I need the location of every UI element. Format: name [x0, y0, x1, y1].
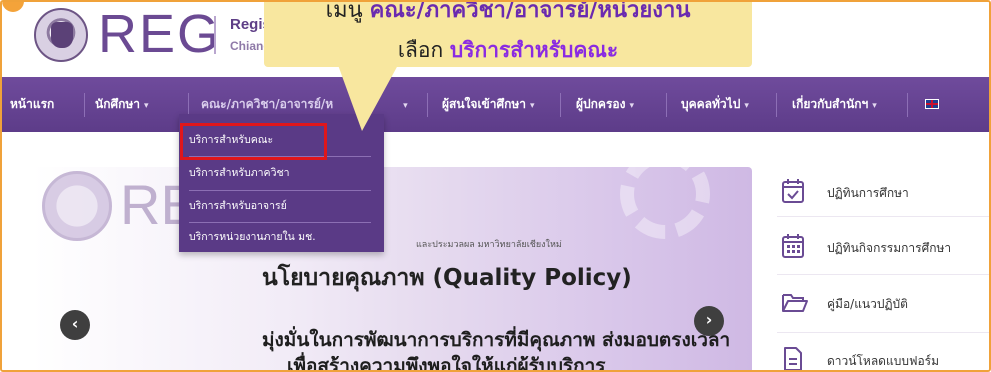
chevron-down-icon: ▾ [629, 101, 634, 111]
nav-item-students[interactable]: นักศึกษา ▾ [95, 77, 149, 132]
main-navbar: หน้าแรก นักศึกษา ▾ คณะ/ภาควิชา/อาจารย์/ห ▾… [2, 77, 989, 132]
slider-title: นโยบายคุณภาพ (Quality Policy) [262, 265, 632, 291]
uk-flag-icon[interactable] [925, 99, 939, 109]
nav-label: ผู้สนใจเข้าศึกษา [442, 97, 527, 111]
slider-subtitle: และประมวลผล มหาวิทยาลัยเชียงใหม่ [416, 240, 562, 250]
university-emblem-icon[interactable] [34, 8, 88, 62]
watermark-emblem-icon [42, 171, 112, 241]
side-item-label: ดาวน์โหลดแบบฟอร์ม [827, 354, 940, 368]
nav-divider [560, 93, 561, 117]
gear-icon [620, 167, 710, 239]
callout-line2-emphasis: บริการสำหรับคณะ [449, 38, 619, 62]
chevron-down-icon: ▾ [744, 101, 749, 111]
dropdown-item-lecturer-services[interactable]: บริการสำหรับอาจารย์ [189, 191, 369, 221]
callout-line1-emphasis: คณะ/ภาควิชา/อาจารย์/หน่วยงาน [369, 0, 691, 23]
dropdown-item-internal-unit-services[interactable]: บริการหน่วยงานภายใน มช. [189, 222, 369, 252]
nav-divider [84, 93, 85, 117]
side-item-label: ปฏิทินการศึกษา [827, 186, 909, 200]
nav-divider [427, 93, 428, 117]
callout-line1-prefix: เมนู [325, 0, 370, 23]
nav-label: ผู้ปกครอง [576, 97, 626, 111]
dropdown-item-department-services[interactable]: บริการสำหรับภาควิชา [189, 158, 369, 188]
nav-label: คณะ/ภาควิชา/อาจารย์/ห [201, 97, 334, 111]
side-item-academic-calendar[interactable]: ปฏิทินการศึกษา [777, 174, 987, 214]
slider-prev-button[interactable]: ‹ [60, 310, 90, 340]
emblem-core [51, 22, 73, 48]
side-divider [777, 332, 989, 333]
site-logo-text[interactable]: REG [98, 4, 221, 64]
nav-item-public[interactable]: บุคคลทั่วไป ▾ [681, 77, 749, 132]
nav-divider [666, 93, 667, 117]
side-item-downloads[interactable]: ดาวน์โหลดแบบฟอร์ม [777, 342, 987, 370]
hero-slider: REG และประมวลผล มหาวิทยาลัยเชียงใหม่ นโย… [32, 167, 752, 372]
nav-label: หน้าแรก [10, 97, 55, 111]
nav-item-about[interactable]: เกี่ยวกับสำนักฯ ▾ [792, 77, 877, 132]
callout-pointer [338, 65, 398, 131]
nav-label: เกี่ยวกับสำนักฯ [792, 97, 869, 111]
corner-badge [2, 2, 24, 12]
side-item-label: คู่มือ/แนวปฏิบัติ [827, 297, 908, 311]
slider-text-line2: เพื่อสร้างความพึงพอใจให้แก่ผู้รับบริการ [287, 355, 606, 372]
nav-divider [907, 93, 908, 117]
highlight-annotation-box [180, 123, 327, 160]
nav-item-home[interactable]: หน้าแรก [10, 77, 54, 132]
document-icon [784, 347, 802, 370]
chevron-down-icon: ▾ [403, 101, 408, 111]
slider-next-button[interactable]: › [694, 306, 724, 336]
side-divider [777, 274, 989, 275]
callout-line1: เมนู คณะ/ภาควิชา/อาจารย์/หน่วยงาน [264, 0, 752, 27]
chevron-down-icon: ▾ [872, 101, 877, 111]
side-item-manuals[interactable]: คู่มือ/แนวปฏิบัติ [777, 285, 987, 325]
nav-label: นักศึกษา [95, 97, 140, 111]
side-item-activity-calendar[interactable]: ปฏิทินกิจกรรมการศึกษา [777, 229, 987, 269]
folder-open-icon [782, 294, 808, 312]
nav-label: บุคคลทั่วไป [681, 97, 741, 111]
logo-divider [214, 16, 216, 54]
screenshot-frame: REG Registra Chiang M หน้าแรก นักศึกษา ▾ … [0, 0, 991, 372]
nav-item-prospective[interactable]: ผู้สนใจเข้าศึกษา ▾ [442, 77, 535, 132]
side-divider [777, 216, 989, 217]
side-item-label: ปฏิทินกิจกรรมการศึกษา [827, 241, 952, 255]
chevron-down-icon: ▾ [144, 101, 149, 111]
callout-line2: เลือก บริการสำหรับคณะ [264, 34, 752, 67]
calendar-check-icon [782, 179, 804, 203]
calendar-grid-icon [782, 234, 804, 258]
nav-item-parents[interactable]: ผู้ปกครอง ▾ [576, 77, 634, 132]
callout-line2-prefix: เลือก [397, 38, 450, 62]
instruction-callout: เมนู คณะ/ภาควิชา/อาจารย์/หน่วยงาน เลือก … [264, 0, 752, 67]
nav-divider [776, 93, 777, 117]
chevron-down-icon: ▾ [530, 101, 535, 111]
